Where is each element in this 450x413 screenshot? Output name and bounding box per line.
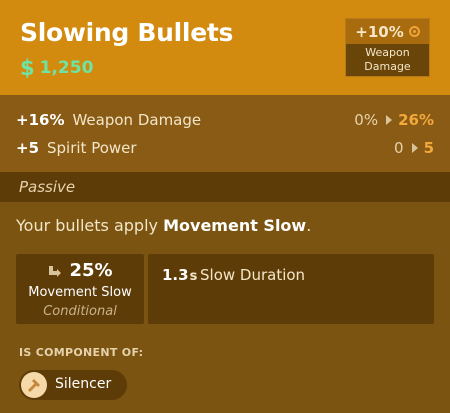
stat-row-spirit-power: +5 Spirit Power 0 5	[16, 137, 434, 159]
slow-duration-box: 1.3s Slow Duration	[148, 254, 434, 324]
desc-suffix: .	[306, 216, 312, 235]
tooltip-header: Slowing Bullets $ 1,250 +10% Weapon Dama…	[0, 0, 450, 95]
stat-label: Weapon Damage	[72, 111, 202, 129]
stat-from: 0%	[354, 111, 379, 129]
stat-from: 0	[394, 139, 404, 157]
silencer-icon	[21, 372, 47, 398]
stat-label: Spirit Power	[47, 139, 137, 157]
passive-description: Your bullets apply Movement Slow.	[16, 216, 311, 235]
desc-prefix: Your bullets apply	[16, 216, 164, 235]
badge-label: Weapon Damage	[346, 44, 429, 76]
stat-row-weapon-damage: +16% Weapon Damage 0% 26%	[16, 109, 434, 131]
weapon-damage-icon	[408, 26, 420, 37]
slow-condition: Conditional	[43, 304, 117, 319]
stat-change: 0% 26%	[354, 109, 434, 131]
stat-to: 5	[423, 139, 434, 157]
cost-value: 1,250	[39, 58, 94, 78]
slow-name: Movement Slow	[28, 285, 132, 300]
component-heading: IS COMPONENT OF:	[19, 346, 144, 359]
badge-label-line2: Damage	[364, 60, 411, 73]
duration-number: 1.3	[162, 266, 189, 284]
stat-bonus: +5	[16, 139, 40, 157]
slow-value: 25%	[69, 260, 113, 281]
duration-value: 1.3s	[162, 266, 197, 284]
stat-change: 0 5	[394, 137, 434, 159]
component-chip-silencer[interactable]: Silencer	[19, 370, 127, 400]
desc-keyword: Movement Slow	[163, 216, 307, 235]
item-tooltip: Slowing Bullets $ 1,250 +10% Weapon Dama…	[0, 0, 450, 413]
arrow-right-icon	[411, 143, 418, 153]
movement-slow-box: 25% Movement Slow Conditional	[16, 254, 144, 324]
stat-to: 26%	[398, 111, 434, 129]
item-cost: $ 1,250	[20, 56, 93, 80]
passive-label: Passive	[19, 178, 76, 196]
duration-label: Slow Duration	[200, 266, 306, 284]
badge-value-row: +10%	[346, 19, 429, 44]
slow-icon	[49, 265, 62, 277]
badge-label-line1: Weapon	[365, 46, 410, 59]
component-name: Silencer	[55, 376, 112, 392]
arrow-right-icon	[386, 115, 393, 125]
item-title: Slowing Bullets	[20, 18, 234, 47]
souls-icon: $	[20, 56, 35, 80]
duration-unit: s	[189, 269, 198, 284]
weapon-damage-badge: +10% Weapon Damage	[345, 18, 430, 77]
slow-value-row: 25%	[16, 260, 144, 281]
badge-value: +10%	[355, 22, 404, 41]
stats-section: +16% Weapon Damage 0% 26% +5 Spirit Powe…	[0, 95, 450, 172]
passive-header: Passive	[0, 172, 450, 202]
stat-bonus: +16%	[16, 111, 65, 129]
